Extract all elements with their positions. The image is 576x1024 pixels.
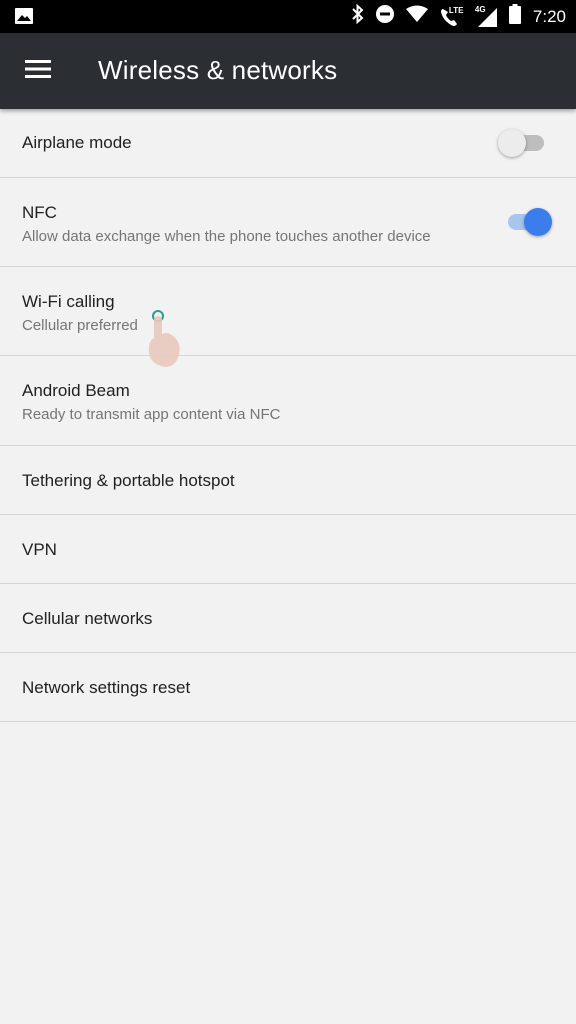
android-beam-row[interactable]: Android Beam Ready to transmit app conte… xyxy=(0,356,576,446)
wifi-icon xyxy=(405,5,429,28)
status-time: 7:20 xyxy=(532,6,566,26)
nfc-switch[interactable] xyxy=(508,206,552,238)
hamburger-menu-button[interactable] xyxy=(14,47,62,95)
battery-icon xyxy=(508,4,521,29)
lte-call-icon: LTE xyxy=(439,6,465,28)
bluetooth-icon xyxy=(351,3,365,29)
do-not-disturb-icon xyxy=(375,4,395,29)
airplane-mode-row[interactable]: Airplane mode xyxy=(0,109,576,178)
cellular-networks-row[interactable]: Cellular networks xyxy=(0,584,576,653)
switch-thumb xyxy=(524,208,552,236)
cellular-networks-title: Cellular networks xyxy=(22,609,153,628)
network-settings-reset-title: Network settings reset xyxy=(22,678,191,697)
nfc-title: NFC xyxy=(22,203,57,222)
nfc-row[interactable]: NFC Allow data exchange when the phone t… xyxy=(0,178,576,267)
wifi-calling-subtitle: Cellular preferred xyxy=(22,317,138,334)
touch-pointer-icon xyxy=(146,306,186,376)
wifi-calling-row[interactable]: Wi-Fi calling Cellular preferred xyxy=(0,267,576,356)
gallery-icon xyxy=(14,7,34,30)
settings-list: Airplane mode NFC Allow data exchange wh… xyxy=(0,109,576,722)
app-toolbar: Wireless & networks xyxy=(0,33,576,109)
nfc-subtitle: Allow data exchange when the phone touch… xyxy=(22,228,431,245)
signal-icon: 4G xyxy=(475,5,499,28)
switch-thumb xyxy=(498,129,526,157)
page-title: Wireless & networks xyxy=(98,55,338,85)
vpn-row[interactable]: VPN xyxy=(0,515,576,584)
airplane-mode-switch[interactable] xyxy=(498,127,548,159)
network-settings-reset-row[interactable]: Network settings reset xyxy=(0,653,576,722)
android-beam-subtitle: Ready to transmit app content via NFC xyxy=(22,406,281,423)
hamburger-menu-icon xyxy=(25,59,51,83)
airplane-mode-title: Airplane mode xyxy=(22,133,132,152)
status-bar: LTE 4G 7:20 xyxy=(0,0,576,33)
lte-label: LTE xyxy=(448,5,464,15)
android-beam-title: Android Beam xyxy=(22,381,130,400)
wifi-calling-title: Wi-Fi calling xyxy=(22,292,115,311)
tethering-hotspot-row[interactable]: Tethering & portable hotspot xyxy=(0,446,576,515)
vpn-title: VPN xyxy=(22,540,57,559)
tethering-hotspot-title: Tethering & portable hotspot xyxy=(22,471,235,490)
